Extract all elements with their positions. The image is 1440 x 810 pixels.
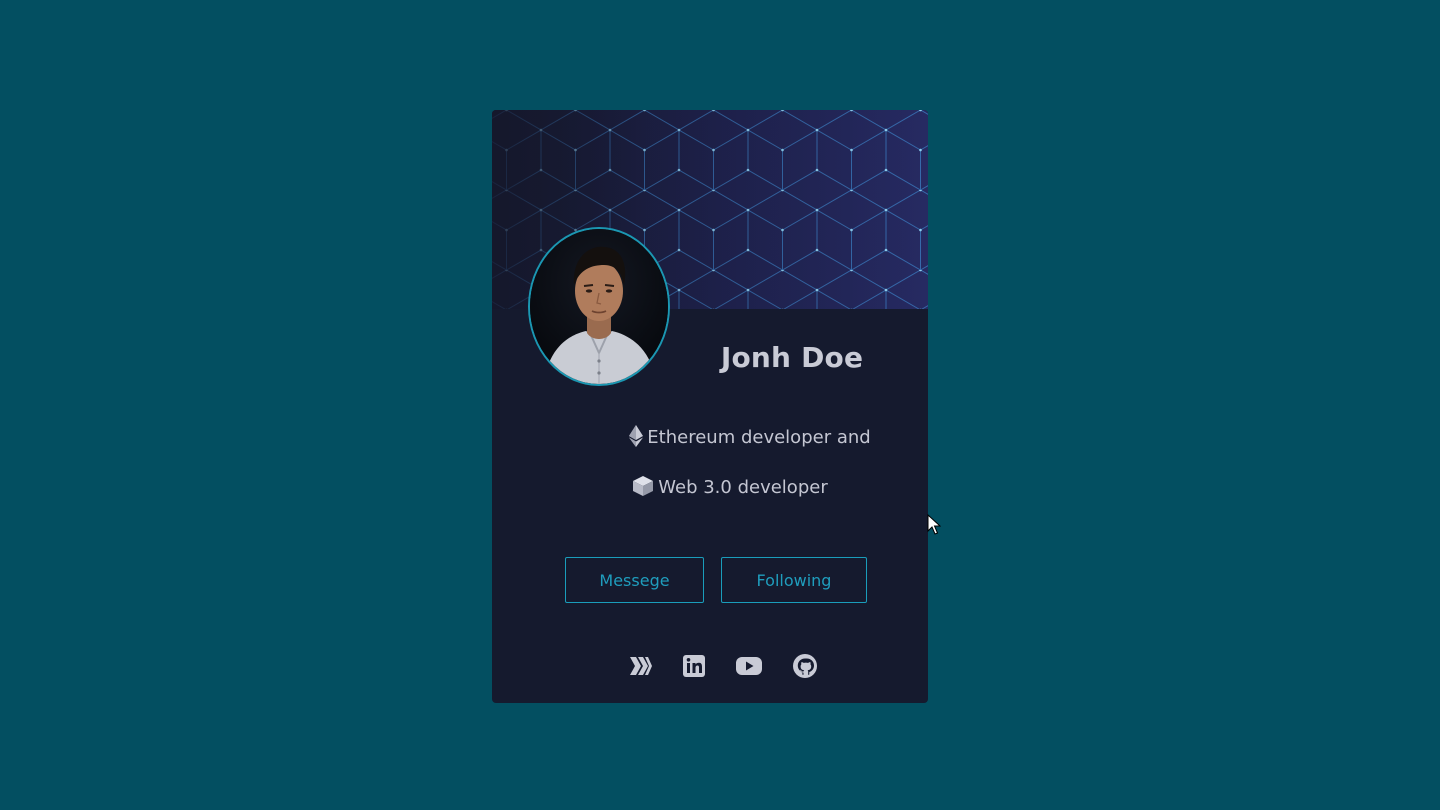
github-icon[interactable]	[792, 653, 818, 679]
linkedin-icon[interactable]	[681, 653, 707, 679]
bio-line2-text: Web 3.0 developer	[658, 477, 828, 498]
message-button[interactable]: Messege	[565, 557, 704, 603]
profile-name: Jonh Doe	[720, 341, 864, 374]
bio-line1-text: Ethereum developer and	[647, 427, 871, 448]
mouse-cursor-icon	[927, 513, 942, 536]
social-links	[492, 653, 928, 679]
youtube-icon[interactable]	[735, 653, 762, 679]
hive-icon[interactable]	[627, 653, 653, 679]
ethereum-icon	[629, 425, 644, 452]
following-button[interactable]: Following	[721, 557, 867, 603]
cube-icon	[632, 475, 654, 502]
avatar	[528, 227, 670, 386]
profile-photo	[530, 229, 668, 384]
profile-card: Jonh Doe Ethereum developer and Web 3.0 …	[492, 110, 928, 703]
bio-line-ethereum: Ethereum developer and	[532, 425, 928, 452]
bio-line-web3: Web 3.0 developer	[512, 475, 928, 502]
